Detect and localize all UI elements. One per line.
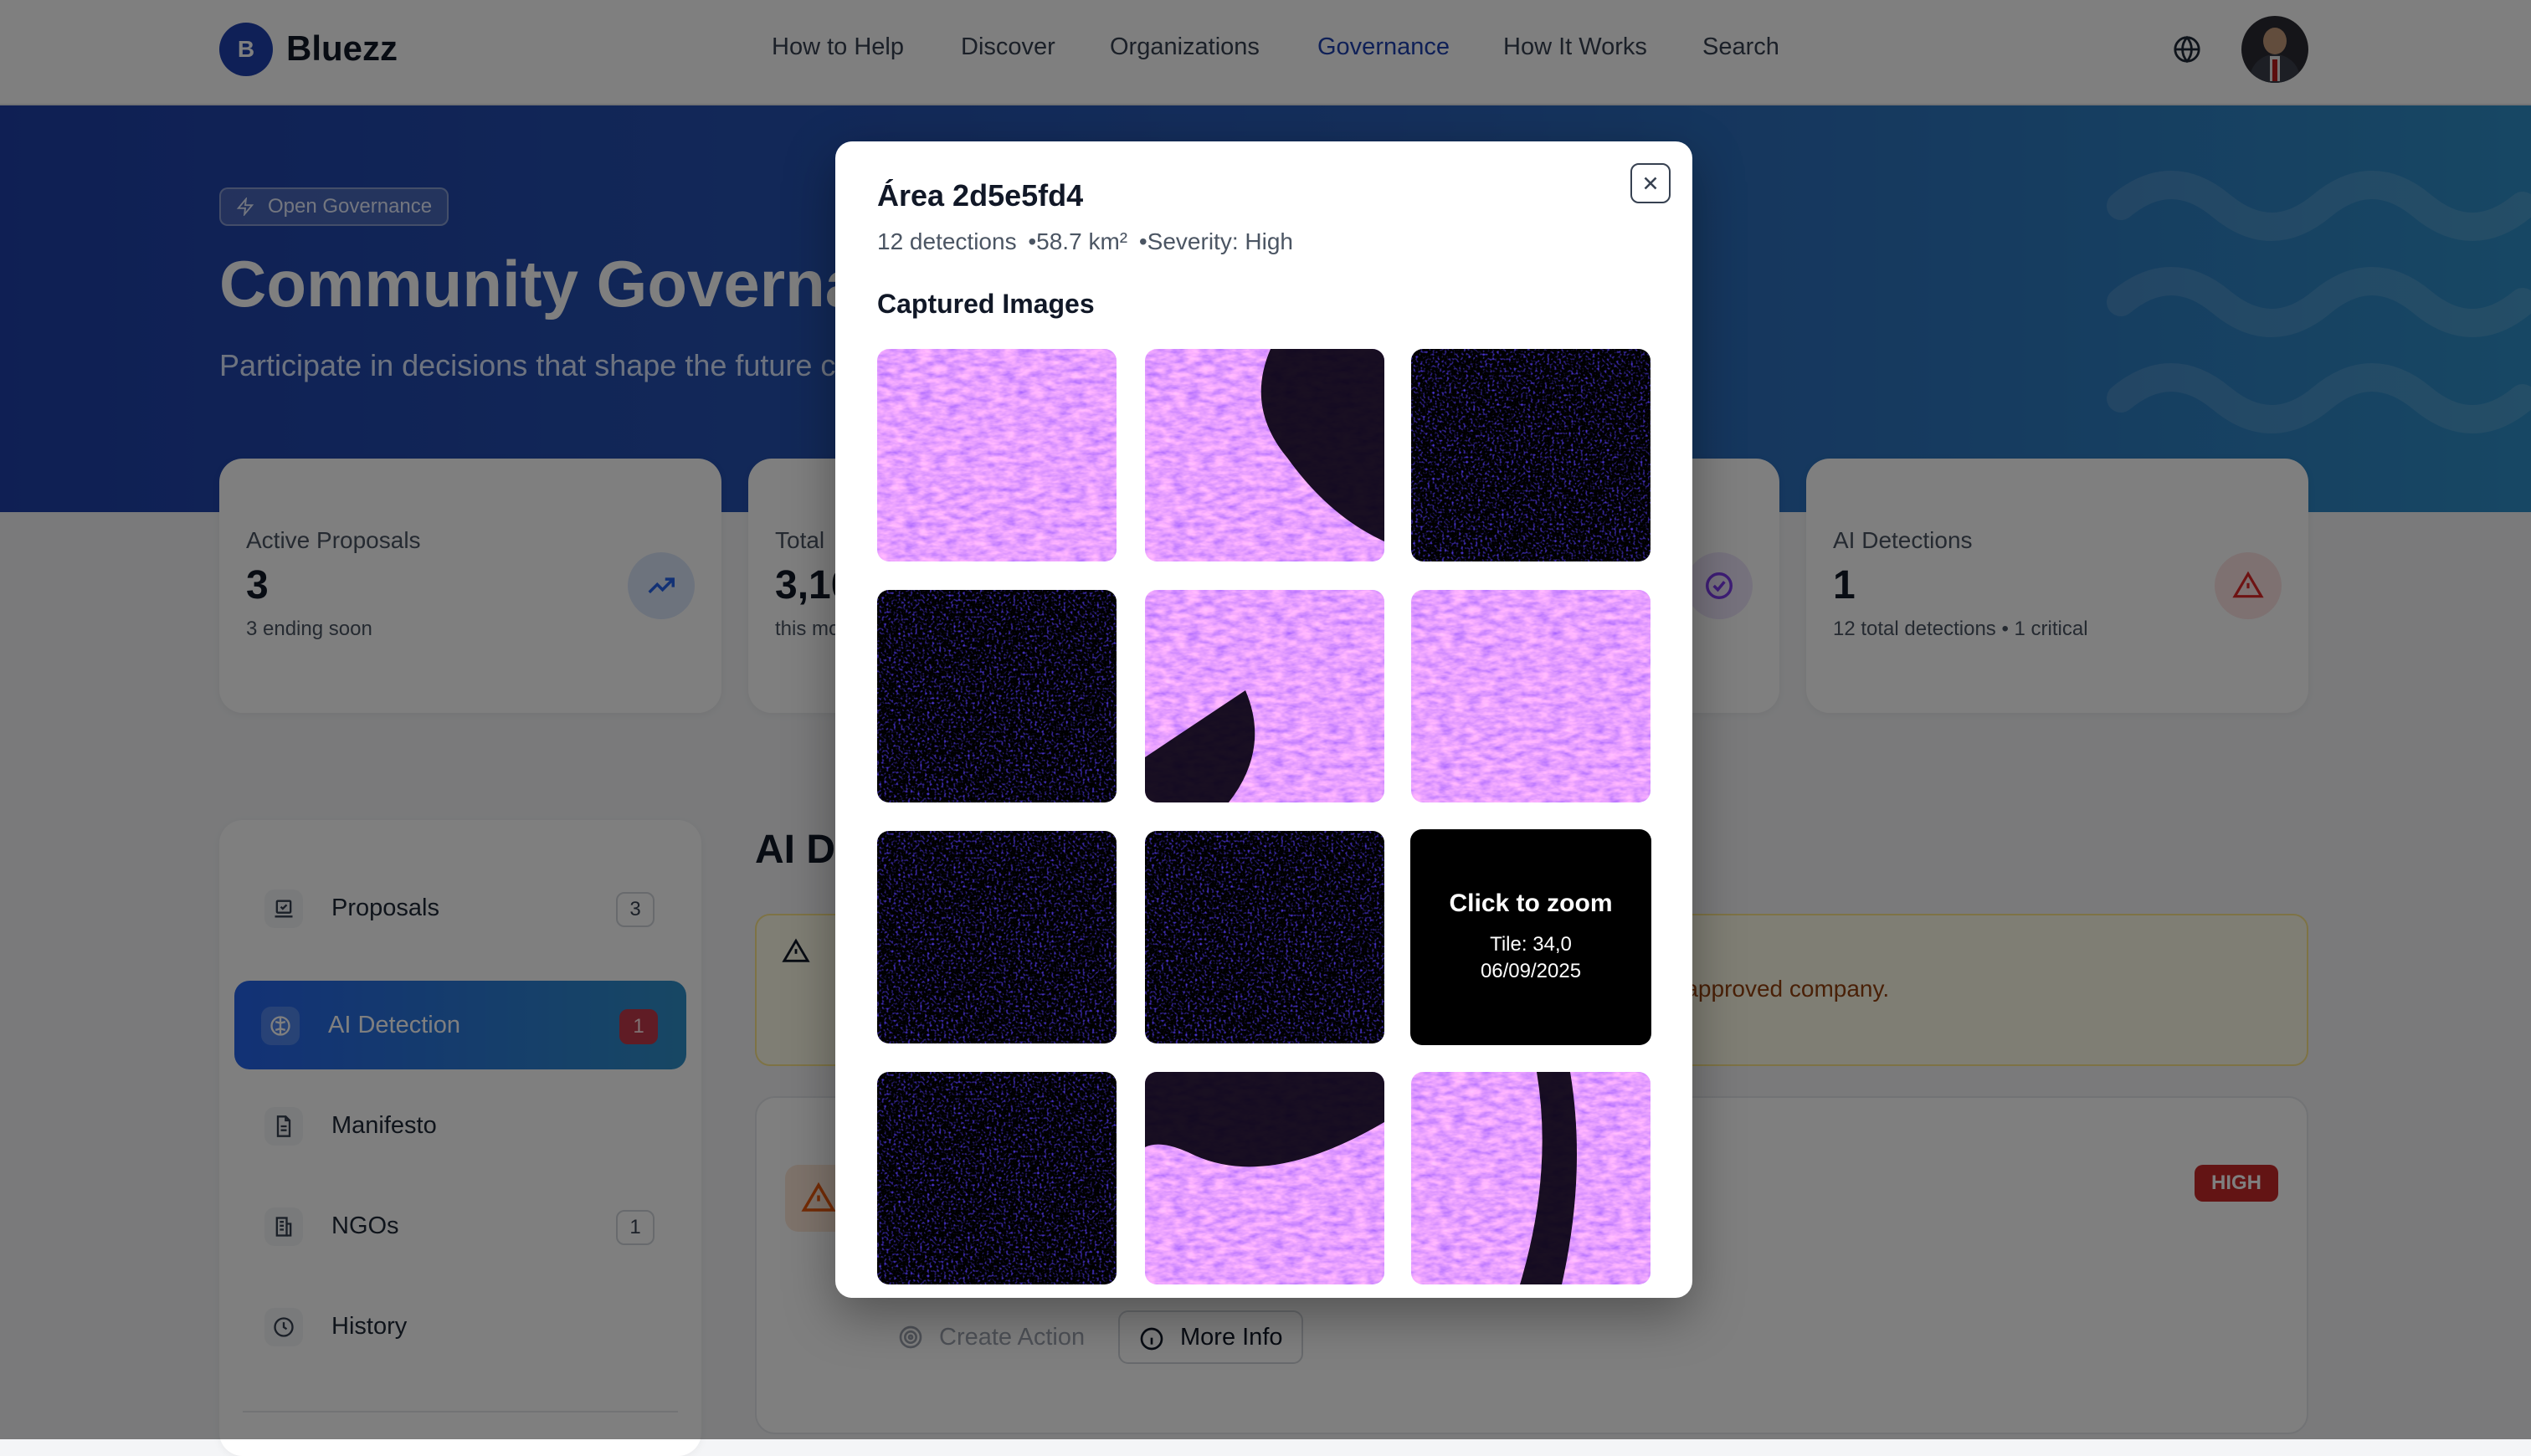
satellite-tile-4[interactable] [877,590,1117,802]
close-icon [1644,177,1657,190]
detection-count: 12 detections [877,228,1017,254]
satellite-tile-10[interactable] [877,1072,1117,1284]
satellite-tile-6[interactable] [1411,590,1651,802]
severity-text: •Severity: High [1138,228,1293,254]
captured-images-heading: Captured Images [877,289,1095,319]
close-button[interactable] [1630,163,1671,203]
satellite-tile-3[interactable] [1411,349,1651,561]
satellite-tile-1[interactable] [877,349,1117,561]
satellite-tile-hover[interactable]: Click to zoom Tile: 34,0 06/09/2025 [1410,829,1651,1045]
tile-coordinates: Tile: 34,0 [1490,933,1572,956]
area-size: •58.7 km² [1028,228,1128,254]
zoom-hint: Click to zoom [1449,889,1613,917]
satellite-tile-2[interactable] [1145,349,1384,561]
satellite-tile-11[interactable] [1145,1072,1384,1284]
satellite-tile-5[interactable] [1145,590,1384,802]
modal-title: Área 2d5e5fd4 [877,178,1084,213]
satellite-tile-8[interactable] [1145,831,1384,1043]
satellite-tile-7[interactable] [877,831,1117,1043]
modal-subtitle: 12 detections •58.7 km² •Severity: High [877,228,1298,255]
satellite-tile-12[interactable] [1411,1072,1651,1284]
tile-date: 06/09/2025 [1480,960,1582,982]
detection-images-modal: Área 2d5e5fd4 12 detections •58.7 km² •S… [835,141,1692,1298]
